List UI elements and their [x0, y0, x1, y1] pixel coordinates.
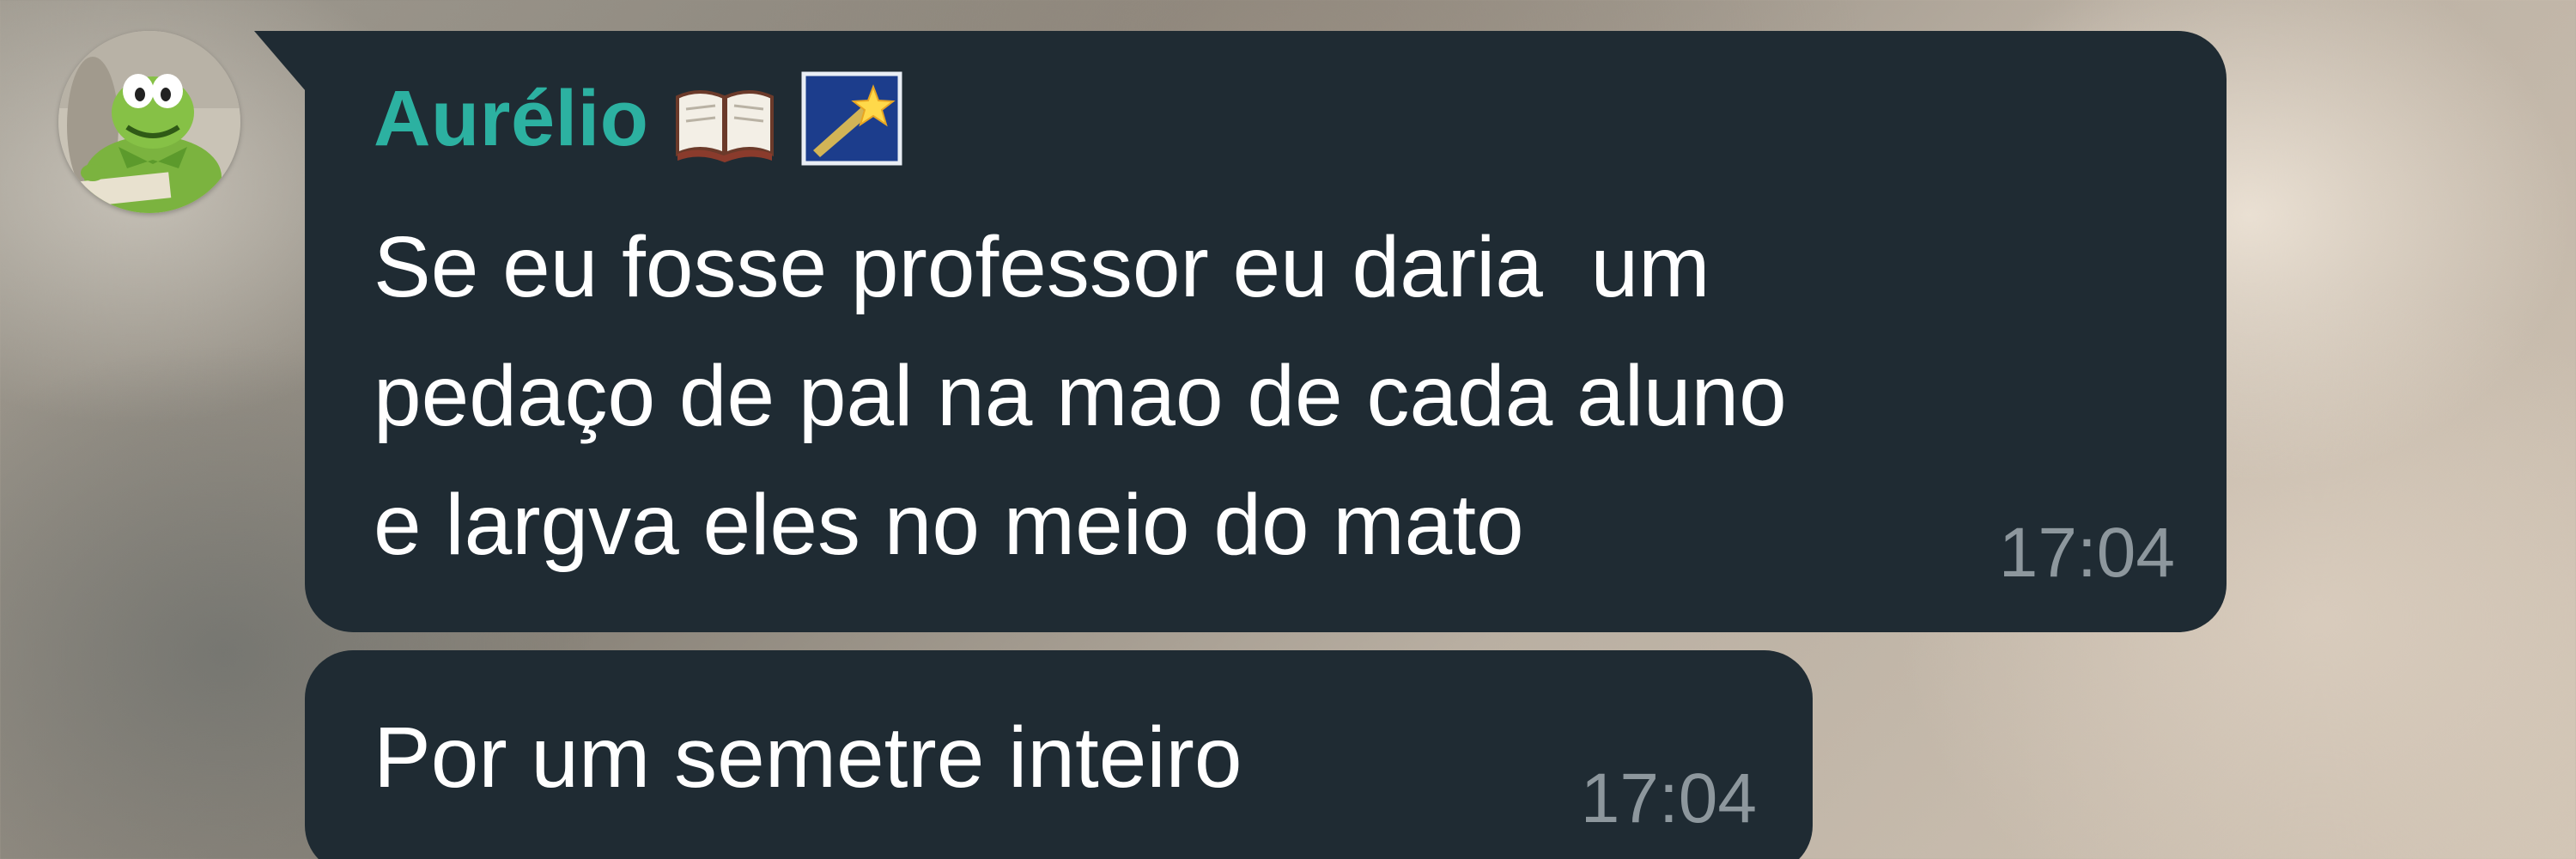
message-line: e largva eles no meio do mato — [374, 477, 1524, 573]
message-bubble[interactable]: Por um semetre inteiro 17:04 — [305, 650, 1813, 859]
message-text: Se eu fosse professor eu daria um pedaço… — [374, 203, 1787, 589]
message-line: Se eu fosse professor eu daria um — [374, 219, 1710, 315]
sender-name[interactable]: Aurélio — [374, 79, 648, 158]
shooting-star-icon — [801, 71, 902, 166]
message-line: pedaço de pal na mao de cada aluno — [374, 348, 1787, 444]
message-line: Por um semetre inteiro — [374, 710, 1242, 806]
message-text: Por um semetre inteiro — [374, 693, 1242, 822]
sender-avatar[interactable] — [58, 31, 240, 213]
sender-header: Aurélio — [374, 67, 902, 170]
message-timestamp: 17:04 — [1998, 514, 2175, 592]
message-timestamp: 17:04 — [1580, 759, 1757, 838]
kermit-avatar-icon — [58, 31, 240, 213]
open-book-icon — [676, 90, 775, 162]
message-bubble[interactable]: Aurélio Se eu fosse professor eu daria u… — [305, 31, 2227, 632]
